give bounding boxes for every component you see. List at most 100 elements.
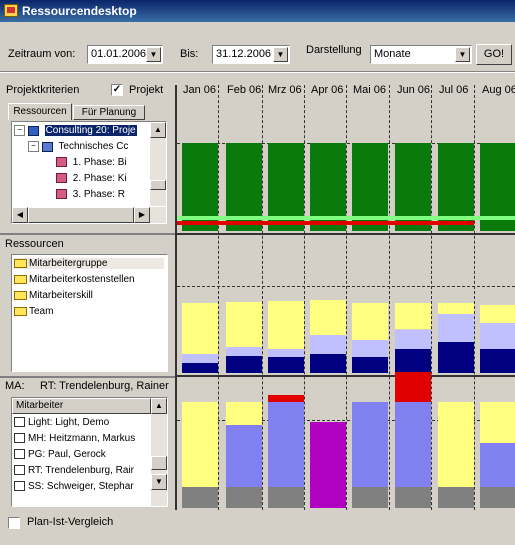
ma-label: MA: — [5, 380, 25, 392]
tab-ressourcen[interactable]: Ressourcen — [8, 103, 72, 120]
timeline-light-green — [177, 216, 515, 220]
chart-bar — [310, 299, 346, 335]
scroll-up-icon[interactable]: ▲ — [150, 122, 166, 138]
zeitraum-label: Zeitraum von: — [8, 48, 76, 60]
go-button[interactable]: GO! — [476, 44, 512, 65]
darstellung-value: Monate — [374, 48, 411, 60]
project-tree[interactable]: − Consulting 20: Proje − Technisches Cc … — [11, 121, 167, 224]
mitarbeiter-item-label: MH: Heitzmann, Markus — [28, 433, 136, 444]
chart-bar — [438, 486, 474, 508]
bis-field[interactable]: 31.12.2006 ▼ — [212, 45, 290, 64]
plan-ist-label: Plan-Ist-Vergleich — [27, 516, 114, 528]
mitarbeiter-item[interactable]: RT: Trendelenburg, Rair — [14, 465, 134, 476]
plan-ist-checkbox[interactable] — [8, 517, 20, 529]
chart-bar — [438, 313, 474, 342]
chart-bar — [480, 402, 515, 443]
scroll-right-icon[interactable]: ▶ — [134, 207, 150, 223]
chart-bar — [480, 442, 515, 487]
tree-item-phase-3[interactable]: 3. Phase: R — [56, 189, 125, 200]
chart-bar — [268, 402, 304, 487]
mitarbeiter-vscrollbar[interactable]: ▲ ▼ — [151, 398, 167, 506]
mitarbeiter-column-header[interactable]: Mitarbeiter — [12, 398, 151, 414]
chart-bar — [480, 348, 515, 373]
chart-bar — [352, 486, 388, 508]
ressourcen-item-label: Mitarbeiterskill — [29, 290, 93, 301]
chart-bar — [226, 301, 262, 347]
chart-bar — [352, 303, 388, 340]
chart-bar — [395, 372, 431, 403]
mitarbeiter-item[interactable]: PG: Paul, Gerock — [14, 449, 106, 460]
chart-bar — [268, 348, 304, 358]
darstellung-select[interactable]: Monate ▼ — [370, 45, 472, 64]
tree-item-label: Technisches Cc — [58, 141, 129, 153]
mitarbeiter-list[interactable]: Mitarbeiter Light: Light, Demo MH: Heitz… — [11, 397, 168, 507]
tree-vscrollbar[interactable]: ▲ — [150, 122, 166, 206]
mitarbeiter-item[interactable]: MH: Heitzmann, Markus — [14, 433, 135, 444]
projekt-checkbox-label: Projekt — [129, 84, 164, 96]
chart-bar — [268, 357, 304, 373]
chevron-down-icon[interactable]: ▼ — [146, 47, 161, 62]
person-icon — [14, 417, 25, 428]
month-label-jan: Jan 06 — [183, 84, 217, 96]
tree-item-label: 2. Phase: Ki — [72, 173, 127, 184]
month-gridline — [218, 85, 219, 510]
chart-bar — [226, 346, 262, 356]
ressourcen-label: Ressourcen — [5, 238, 64, 250]
collapse-icon[interactable]: − — [14, 125, 25, 136]
scroll-left-icon[interactable]: ◀ — [12, 207, 28, 223]
chart-bar — [182, 303, 218, 354]
chart-bar — [310, 421, 346, 508]
chart-left-border — [175, 85, 177, 510]
zeitraum-from-value: 01.01.2006 — [91, 48, 147, 60]
person-icon — [14, 481, 25, 492]
chart-bar — [395, 402, 431, 487]
toolbar-divider — [0, 71, 515, 73]
tree-hscrollbar[interactable]: ◀ ▶ — [12, 207, 166, 223]
collapse-icon[interactable]: − — [28, 141, 39, 152]
chart-bar — [352, 357, 388, 373]
chart-bar — [480, 486, 515, 508]
mitarbeiter-item[interactable]: SS: Schweiger, Stephar — [14, 481, 134, 493]
person-icon — [14, 433, 25, 444]
tree-item-label: Consulting 20: Proje — [44, 125, 137, 137]
ressourcen-list[interactable]: Mitarbeitergruppe Mitarbeiterkostenstell… — [11, 254, 168, 372]
ressourcen-item-kostenstellen[interactable]: Mitarbeiterkostenstellen — [14, 274, 135, 285]
bis-label: Bis: — [180, 48, 199, 60]
mitarbeiter-vscroll-thumb[interactable] — [151, 456, 167, 470]
projekt-checkbox[interactable]: ✓ — [111, 84, 123, 96]
month-gridline — [304, 85, 305, 510]
mitarbeiter-item-label: SS: Schweiger, Stephar — [28, 481, 134, 492]
tree-vscroll-thumb[interactable] — [150, 180, 166, 190]
tab-fuer-planung[interactable]: Für Planung — [73, 105, 145, 120]
month-label-feb: Feb 06 — [227, 84, 262, 96]
folder-icon — [14, 258, 27, 268]
folder-icon — [14, 290, 27, 300]
zeitraum-from-field[interactable]: 01.01.2006 ▼ — [87, 45, 163, 64]
chevron-down-icon[interactable]: ▼ — [273, 47, 288, 62]
folder-icon — [14, 306, 27, 316]
tree-item-phase-2[interactable]: 2. Phase: Ki — [56, 173, 127, 184]
resource-chart-area — [175, 85, 515, 510]
ressourcen-item-skill[interactable]: Mitarbeiterskill — [14, 290, 93, 301]
app-icon — [4, 4, 18, 17]
scroll-down-icon[interactable]: ▼ — [151, 474, 167, 490]
section-divider — [0, 376, 175, 378]
scroll-up-icon[interactable]: ▲ — [151, 398, 167, 414]
tree-item-technisches[interactable]: − Technisches Cc — [28, 141, 128, 152]
projektkriterien-label: Projektkriterien — [6, 84, 80, 96]
window-titlebar: Ressourcendesktop — [0, 0, 515, 22]
tree-item-phase-1[interactable]: 1. Phase: Bi — [56, 157, 127, 168]
tree-hscroll-thumb[interactable] — [28, 207, 134, 223]
chart-bar — [268, 395, 304, 403]
band-separator — [175, 375, 515, 377]
chart-bar — [268, 300, 304, 349]
mitarbeiter-item[interactable]: Light: Light, Demo — [14, 417, 109, 428]
phase-icon — [56, 157, 67, 168]
window-title: Ressourcendesktop — [22, 4, 137, 18]
ressourcen-item-mitarbeitergruppe[interactable]: Mitarbeitergruppe — [14, 258, 164, 269]
consulting-icon — [27, 125, 39, 136]
chart-bar — [182, 362, 218, 373]
chevron-down-icon[interactable]: ▼ — [455, 47, 470, 62]
ressourcen-item-team[interactable]: Team — [14, 306, 53, 317]
tree-item-consulting[interactable]: − Consulting 20: Proje — [14, 125, 137, 137]
